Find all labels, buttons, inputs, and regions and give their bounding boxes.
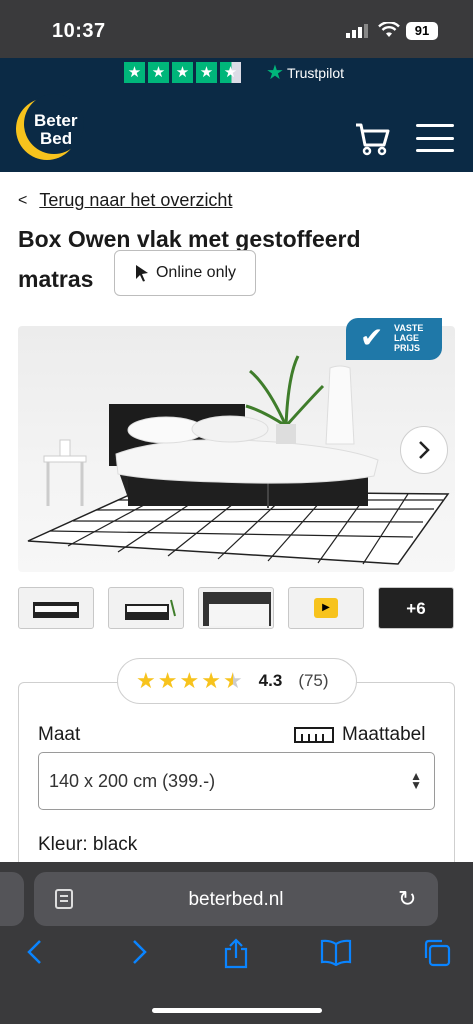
thumbnail-bed xyxy=(203,592,271,626)
tabs-icon[interactable] xyxy=(422,938,452,968)
logo-text-1: Beter xyxy=(34,111,78,130)
online-only-badge: Online only xyxy=(114,250,256,296)
thumbnail-bed xyxy=(125,599,176,620)
star-icon: ★ xyxy=(148,62,169,83)
hamburger-line xyxy=(416,124,454,127)
thumbnail[interactable] xyxy=(18,587,94,629)
trustpilot-logo: ★ Trustpilot xyxy=(266,62,344,84)
back-icon[interactable] xyxy=(24,938,46,966)
star-icon: ★ xyxy=(136,668,156,693)
browser-toolbar: beterbed.nl ↻ xyxy=(0,862,473,1024)
wifi-icon xyxy=(378,22,400,37)
fixed-low-price-badge: ✔ VASTE LAGE PRIJS xyxy=(346,318,442,360)
product-image[interactable] xyxy=(18,326,455,572)
play-icon: ▶ xyxy=(314,598,338,618)
signal-icon xyxy=(346,24,368,38)
star-icon: ★ xyxy=(157,668,178,693)
badge-text: VASTE LAGE PRIJS xyxy=(394,323,423,353)
hamburger-icon[interactable] xyxy=(416,124,454,152)
chevron-right-icon xyxy=(419,441,430,459)
battery-indicator: 91 xyxy=(406,22,438,40)
home-indicator[interactable] xyxy=(152,1008,322,1013)
star-icon: ★ xyxy=(124,62,145,83)
back-link-label: Terug naar het overzicht xyxy=(39,190,233,210)
url-text: beterbed.nl xyxy=(188,889,284,910)
cursor-icon xyxy=(135,265,148,282)
badge-line: LAGE xyxy=(394,333,420,343)
chevron-left-icon: < xyxy=(18,191,28,209)
ruler-icon xyxy=(294,727,334,743)
rating-value: 4.3 xyxy=(258,671,283,690)
size-table-label: Maattabel xyxy=(342,724,426,745)
bed-illustration xyxy=(27,355,450,565)
forward-icon[interactable] xyxy=(128,938,150,966)
rating-count: (75) xyxy=(298,671,329,690)
page: { "status_bar": { "time": "10:37", "batt… xyxy=(0,0,473,1024)
color-label: Kleur: black xyxy=(38,834,138,855)
size-select[interactable]: 140 x 200 cm (399.-) ▲ ▼ xyxy=(38,752,435,810)
reload-icon[interactable]: ↻ xyxy=(398,886,416,912)
size-table-link[interactable]: Maattabel xyxy=(294,724,425,746)
logo-text-2: Bed xyxy=(40,129,73,148)
cart-icon[interactable] xyxy=(354,122,390,156)
site-header: Beter Bed xyxy=(0,88,473,172)
half-star-icon: ★ xyxy=(222,668,243,693)
size-select-value: 140 x 200 cm (399.-) xyxy=(49,770,216,791)
badge-line: PRIJS xyxy=(394,343,421,353)
check-icon: ✔ xyxy=(360,322,384,353)
thumbnail-bed xyxy=(33,602,79,618)
status-time: 10:37 xyxy=(52,20,106,42)
status-bar: 10:37 91 xyxy=(0,0,473,58)
ruler-tick xyxy=(315,734,317,741)
star-icon: ★ xyxy=(179,668,200,693)
next-image-button[interactable] xyxy=(400,426,448,474)
online-only-label: Online only xyxy=(155,264,237,281)
thumbnail-video[interactable]: ▶ xyxy=(288,587,364,629)
share-icon[interactable] xyxy=(222,938,250,970)
ruler-tick xyxy=(322,734,324,741)
previous-tab-preview[interactable] xyxy=(0,872,24,926)
star-icon: ★ xyxy=(172,62,193,83)
thumbnail-strip: ▶ +6 xyxy=(18,587,454,629)
address-bar[interactable]: beterbed.nl ↻ xyxy=(34,872,438,926)
trustpilot-label: Trustpilot xyxy=(286,65,344,81)
ruler-tick xyxy=(308,734,310,741)
trustpilot-stars: ★ ★ ★ ★ ★ xyxy=(124,62,241,83)
half-star-icon: ★ xyxy=(220,62,241,83)
trustpilot-star-icon: ★ xyxy=(266,62,284,84)
trustpilot-bar[interactable]: ★ ★ ★ ★ ★ ★ Trustpilot xyxy=(0,58,473,88)
size-label: Maat xyxy=(38,724,81,745)
product-title-line1: Box Owen vlak met gestoffeerd xyxy=(18,226,361,252)
rating-stars: ★ ★ ★ ★ ★ xyxy=(136,670,243,692)
bookmarks-icon[interactable] xyxy=(320,938,352,966)
product-title-line2: matras xyxy=(18,266,94,292)
star-icon: ★ xyxy=(196,62,217,83)
badge-line: VASTE xyxy=(394,323,424,333)
thumbnail[interactable] xyxy=(198,587,274,629)
beter-bed-logo[interactable]: Beter Bed xyxy=(16,94,88,162)
hamburger-line xyxy=(416,136,454,140)
more-images-thumbnail[interactable]: +6 xyxy=(378,587,454,629)
thumbnail[interactable] xyxy=(108,587,184,629)
back-to-overview-link[interactable]: < Terug naar het overzicht xyxy=(18,190,232,211)
star-icon: ★ xyxy=(201,668,221,693)
hamburger-line xyxy=(416,149,454,152)
up-down-chevron-icon: ▲ ▼ xyxy=(410,769,422,792)
ruler-tick xyxy=(301,734,303,741)
rating-summary[interactable]: ★ ★ ★ ★ ★ 4.3 (75) xyxy=(117,658,357,704)
